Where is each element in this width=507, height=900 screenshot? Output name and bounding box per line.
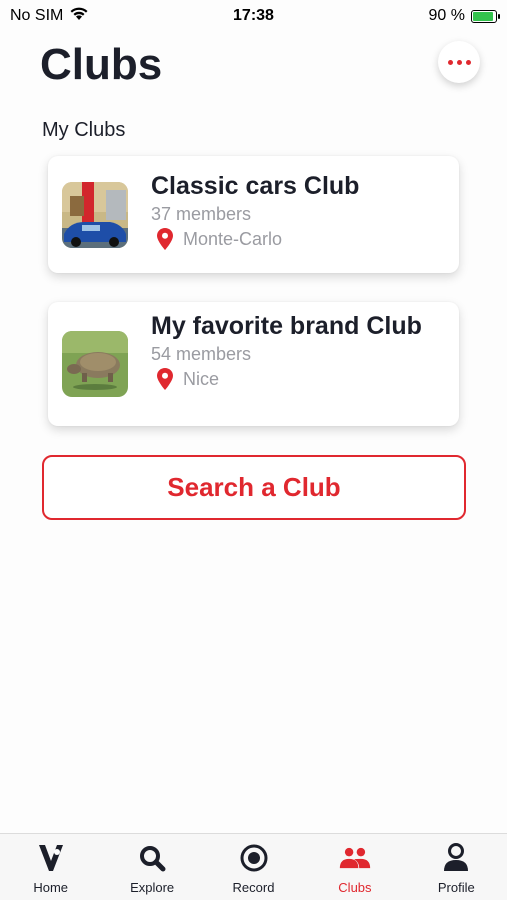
tab-clubs[interactable]: Clubs <box>304 834 405 900</box>
club-card[interactable]: My favorite brand Club 54 members Nice <box>48 302 459 426</box>
tab-home[interactable]: Home <box>0 834 101 900</box>
club-info: Classic cars Club 37 members Monte-Carlo <box>151 170 449 252</box>
location-pin-icon <box>157 228 173 250</box>
search-icon <box>136 842 168 874</box>
club-location-label: Nice <box>183 369 220 389</box>
club-location: Nice <box>157 366 449 392</box>
club-name: Classic cars Club <box>151 172 360 200</box>
home-logo-icon <box>35 842 67 874</box>
more-options-button[interactable] <box>438 41 480 83</box>
tab-label: Record <box>232 880 275 895</box>
club-location: Monte-Carlo <box>157 226 449 252</box>
section-label: My Clubs <box>42 119 126 141</box>
carrier-label: No SIM <box>10 7 64 24</box>
more-dots-icon <box>447 59 453 65</box>
people-icon <box>339 842 371 874</box>
club-thumbnail <box>62 331 128 397</box>
tab-label: Explore <box>130 880 175 895</box>
more-dot <box>465 59 471 65</box>
club-thumbnail <box>62 182 128 248</box>
club-location-label: Monte-Carlo <box>183 229 283 249</box>
tab-label: Clubs <box>338 880 372 895</box>
tab-explore[interactable]: Explore <box>101 834 202 900</box>
tab-profile[interactable]: Profile <box>406 834 507 900</box>
battery-fill <box>473 11 493 21</box>
status-bar: No SIM 17:38 90 % <box>0 0 507 32</box>
page-title: Clubs <box>40 40 163 89</box>
tab-bar: Home Explore Record Clubs Profile <box>0 833 507 900</box>
tab-label: Profile <box>437 880 475 895</box>
status-left: No SIM <box>10 6 89 26</box>
club-name: My favorite brand Club <box>151 312 422 340</box>
battery-icon <box>471 9 500 23</box>
battery-percent: 90 % <box>428 7 465 24</box>
record-icon <box>238 842 270 874</box>
club-members: 37 members <box>151 204 252 224</box>
more-dot <box>456 59 462 65</box>
tab-record[interactable]: Record <box>203 834 304 900</box>
club-info: My favorite brand Club 54 members Nice <box>151 310 449 392</box>
status-right: 90 % <box>428 7 500 25</box>
tab-label: Home <box>33 880 69 895</box>
search-club-button[interactable]: Search a Club <box>42 455 466 520</box>
club-card[interactable]: Classic cars Club 37 members Monte-Carlo <box>48 156 459 273</box>
location-pin-icon <box>157 368 173 390</box>
club-members: 54 members <box>151 344 252 364</box>
wifi-icon <box>69 6 89 26</box>
person-icon <box>440 842 472 874</box>
